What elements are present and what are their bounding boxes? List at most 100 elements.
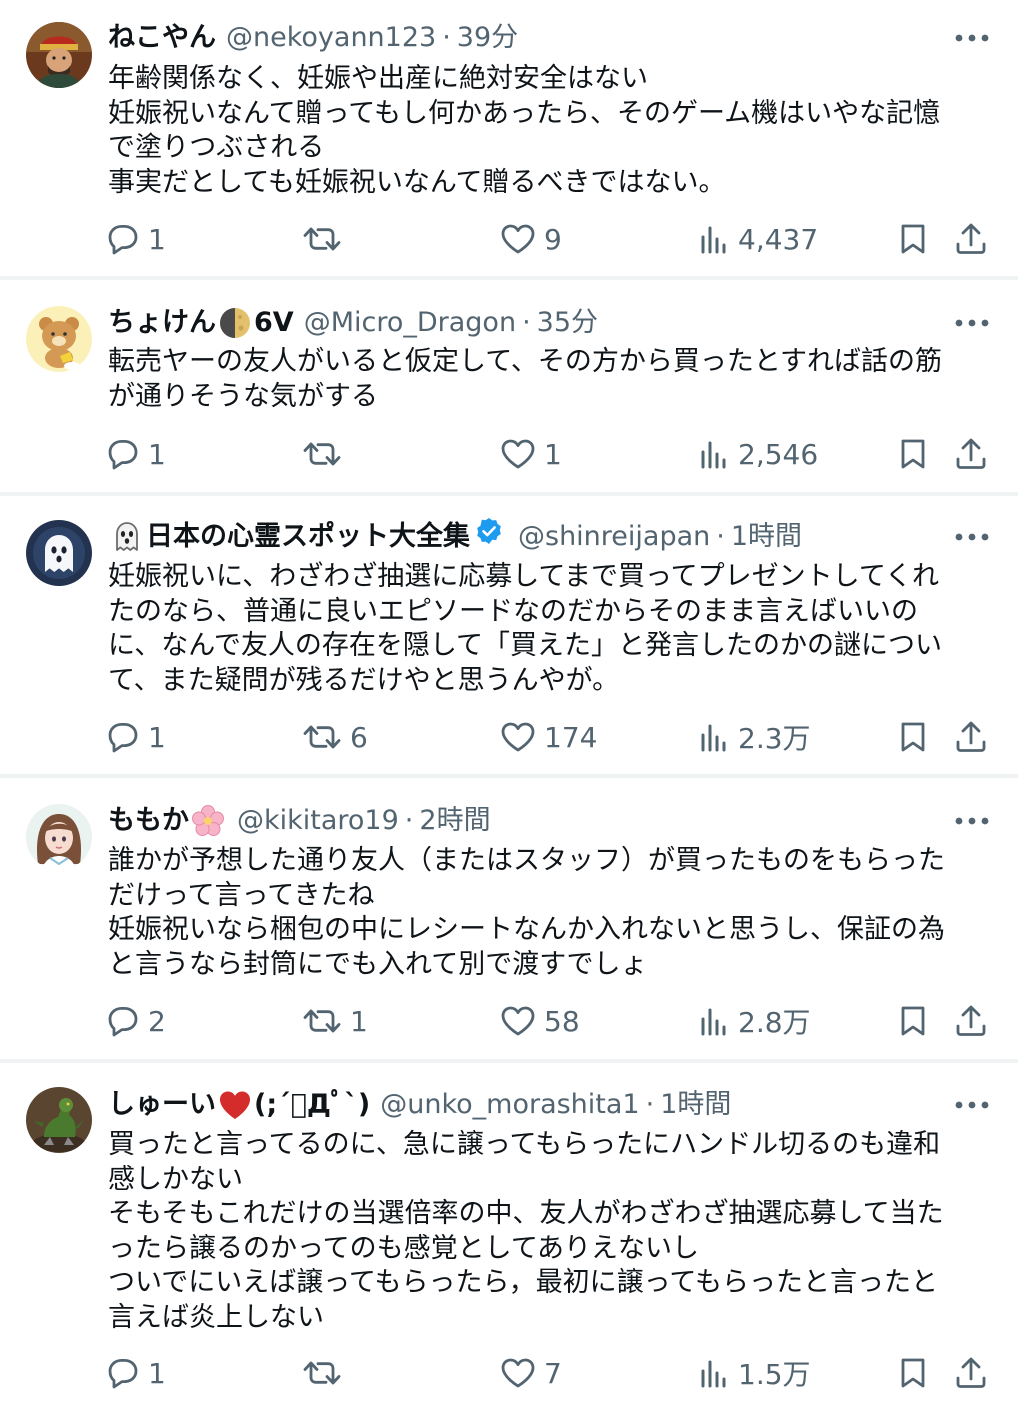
reply-button[interactable]: 1 bbox=[106, 717, 166, 757]
bookmark-button[interactable] bbox=[898, 434, 928, 474]
share-button[interactable] bbox=[954, 434, 988, 474]
tweet-text-line: に、なんで友人の存在を隠して「買えた」と発言したのかの謎につい bbox=[108, 630, 943, 661]
bookmark-icon bbox=[898, 1356, 928, 1390]
reply-count: 1 bbox=[148, 222, 166, 256]
share-button[interactable] bbox=[954, 219, 988, 259]
bookmark-button[interactable] bbox=[898, 1353, 928, 1393]
views-button[interactable]: 4,437 bbox=[698, 219, 818, 259]
avatar[interactable] bbox=[26, 306, 92, 372]
display-name[interactable]: ねこやん bbox=[108, 18, 216, 58]
tweet-actions: 1 9 4,437 bbox=[0, 219, 1018, 259]
timestamp[interactable]: 2時間 bbox=[419, 801, 490, 841]
tweet-text-line: 妊娠祝いなんて贈ってもし何かあったら、そのゲーム機はいやな記憶 bbox=[108, 97, 941, 129]
tweet-text-line: 買ったと言ってるのに、急に譲ってもらったにハンドル切るのも違和 bbox=[108, 1129, 941, 1160]
display-name[interactable]: 日本の心霊スポット大全集 bbox=[146, 517, 470, 557]
retweet-icon bbox=[302, 223, 342, 255]
reply-icon bbox=[106, 1005, 140, 1037]
tweet-text: 転売ヤーの友人がいると仮定して、その方から買ったとすれば話の筋 が通りそうな気がす… bbox=[108, 345, 996, 414]
tweet-text-line: だけって言ってきたね bbox=[108, 879, 375, 911]
tweet-text-line: 妊娠祝いに、わざわざ抽選に応募してまで買ってプレゼントしてくれ bbox=[108, 561, 940, 592]
tweet-divider bbox=[0, 774, 1018, 778]
bookmark-button[interactable] bbox=[898, 219, 928, 259]
user-handle[interactable]: @nekoyann123 bbox=[226, 18, 436, 58]
user-handle[interactable]: @unko_morashita1 bbox=[380, 1085, 639, 1125]
reply-button[interactable]: 1 bbox=[106, 1353, 166, 1393]
user-handle[interactable]: @kikitaro19 bbox=[237, 801, 399, 841]
share-button[interactable] bbox=[954, 717, 988, 757]
retweet-button[interactable] bbox=[302, 434, 350, 474]
tweet-divider bbox=[0, 276, 1018, 280]
timestamp[interactable]: 1時間 bbox=[731, 517, 802, 557]
views-button[interactable]: 2.3万 bbox=[698, 717, 811, 757]
moon-emoji-icon bbox=[218, 306, 252, 340]
like-button[interactable]: 1 bbox=[500, 434, 562, 474]
more-icon[interactable] bbox=[954, 308, 990, 338]
tweet-text-line: 感しかない bbox=[108, 1163, 243, 1195]
display-name[interactable]: しゅーい bbox=[108, 1085, 216, 1125]
separator-dot: · bbox=[716, 521, 725, 552]
tweet-header: 日本の心霊スポット大全集 @shinreijapan · 1時間 bbox=[108, 517, 958, 557]
like-button[interactable]: 7 bbox=[500, 1353, 562, 1393]
separator-dot: · bbox=[645, 1089, 655, 1120]
avatar[interactable] bbox=[26, 1087, 92, 1153]
more-icon[interactable] bbox=[954, 23, 990, 53]
like-icon bbox=[500, 438, 536, 470]
retweet-button[interactable] bbox=[302, 219, 350, 259]
like-button[interactable]: 9 bbox=[500, 219, 562, 259]
tweet-text-line: 妊娠祝いなら梱包の中にレシートなんか入れないと思うし、保証の為 bbox=[108, 914, 945, 945]
views-icon bbox=[698, 438, 730, 470]
reply-button[interactable]: 1 bbox=[106, 434, 166, 474]
retweet-button[interactable] bbox=[302, 1353, 350, 1393]
display-name[interactable]: ちょけん bbox=[108, 303, 216, 343]
share-icon bbox=[954, 1004, 988, 1038]
verified-badge-icon[interactable] bbox=[474, 516, 504, 558]
avatar[interactable] bbox=[26, 804, 92, 870]
more-icon[interactable] bbox=[954, 1090, 990, 1120]
user-handle[interactable]: @shinreijapan bbox=[518, 517, 710, 557]
retweet-button[interactable]: 6 bbox=[302, 717, 368, 757]
reply-button[interactable]: 2 bbox=[106, 1001, 166, 1041]
timestamp[interactable]: 1時間 bbox=[660, 1085, 731, 1125]
retweet-icon bbox=[302, 1005, 342, 1037]
like-button[interactable]: 58 bbox=[500, 1001, 580, 1041]
share-button[interactable] bbox=[954, 1001, 988, 1041]
like-count: 7 bbox=[544, 1356, 562, 1390]
retweet-icon bbox=[302, 438, 342, 470]
retweet-button[interactable]: 1 bbox=[302, 1001, 368, 1041]
more-icon[interactable] bbox=[954, 806, 990, 836]
reply-count: 1 bbox=[148, 437, 166, 471]
tweet-text-line: 転売ヤーの友人がいると仮定して、その方から買ったとすれば話の筋 bbox=[108, 346, 943, 377]
like-count: 1 bbox=[544, 437, 562, 471]
tweet-text-line: 年齢関係なく、妊娠や出産に絶対安全はない bbox=[108, 63, 648, 94]
bookmark-button[interactable] bbox=[898, 1001, 928, 1041]
retweet-count: 1 bbox=[350, 1004, 368, 1038]
bookmark-button[interactable] bbox=[898, 717, 928, 757]
timestamp[interactable]: 35分 bbox=[537, 303, 598, 343]
views-button[interactable]: 1.5万 bbox=[698, 1353, 811, 1393]
user-handle[interactable]: @Micro_Dragon bbox=[304, 303, 516, 343]
more-icon[interactable] bbox=[954, 522, 990, 552]
view-count: 2.8万 bbox=[738, 1006, 811, 1039]
tweet-text: 誰かが予想した通り友人（またはスタッフ）が買ったものをもらった だけって言ってきた… bbox=[108, 844, 996, 982]
tweet-text-line: そもそもこれだけの当選倍率の中、友人がわざわざ抽選応募して当た bbox=[108, 1198, 944, 1229]
like-count: 9 bbox=[544, 222, 562, 256]
view-count: 1.5万 bbox=[738, 1358, 811, 1391]
share-button[interactable] bbox=[954, 1353, 988, 1393]
views-button[interactable]: 2,546 bbox=[698, 434, 818, 474]
views-icon bbox=[698, 721, 730, 753]
avatar[interactable] bbox=[26, 22, 92, 88]
blossom-emoji-icon bbox=[191, 804, 225, 838]
tweet-header: ももか @kikitaro19 · 2時間 bbox=[108, 801, 958, 841]
ghost-emoji-icon bbox=[110, 520, 144, 554]
reply-count: 1 bbox=[148, 720, 166, 754]
timestamp[interactable]: 39分 bbox=[457, 18, 518, 58]
bookmark-icon bbox=[898, 437, 928, 471]
display-name[interactable]: ももか bbox=[108, 801, 189, 841]
avatar[interactable] bbox=[26, 520, 92, 586]
like-icon bbox=[500, 721, 536, 753]
like-button[interactable]: 174 bbox=[500, 717, 597, 757]
tweet-text-line: ったら譲るのかってのも感覚としてありえないし bbox=[108, 1232, 700, 1264]
reply-button[interactable]: 1 bbox=[106, 219, 166, 259]
retweet-icon bbox=[302, 721, 342, 753]
views-button[interactable]: 2.8万 bbox=[698, 1001, 811, 1041]
